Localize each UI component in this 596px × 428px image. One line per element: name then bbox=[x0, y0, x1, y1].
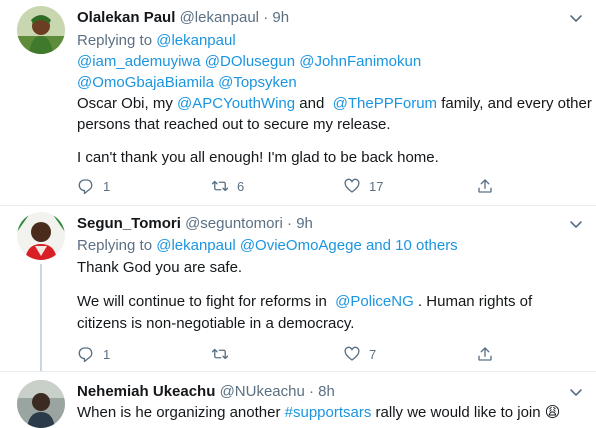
reply-button[interactable]: 1 bbox=[77, 344, 110, 364]
chevron-down-icon[interactable] bbox=[566, 382, 586, 402]
mention-links[interactable]: @lekanpaul @OvieOmoAgege and 10 others bbox=[156, 237, 457, 254]
tweet-text-fragment: rally we would like to join bbox=[371, 404, 545, 421]
timestamp[interactable]: 9h bbox=[272, 9, 289, 26]
tweet-text: Thank God you are safe. bbox=[77, 259, 243, 276]
tweet-nehemiah-ukeachu[interactable]: Nehemiah Ukeachu @NUkeachu · 8h When is … bbox=[0, 372, 596, 428]
timestamp[interactable]: 9h bbox=[296, 215, 313, 232]
mention-link[interactable]: @ThePPForum bbox=[333, 95, 437, 112]
tweet-text-fragment: and bbox=[295, 95, 333, 112]
reply-count: 1 bbox=[103, 346, 111, 362]
replying-label: Replying to bbox=[77, 32, 153, 49]
like-button[interactable]: 7 bbox=[343, 344, 376, 364]
tweet-actions: 1 7 bbox=[0, 344, 596, 364]
tweet-text: When is he organizing another #supportsa… bbox=[77, 403, 560, 423]
hashtag-link[interactable]: #supportsars bbox=[285, 404, 372, 421]
tweet-text-fragment: Oscar Obi, my bbox=[77, 95, 178, 112]
mention-link[interactable]: @PoliceNG bbox=[335, 293, 414, 310]
retweet-icon bbox=[211, 348, 229, 360]
replying-label: Replying to bbox=[77, 237, 153, 254]
separator: · bbox=[287, 215, 293, 232]
share-icon bbox=[478, 179, 492, 193]
reply-count: 1 bbox=[103, 178, 111, 194]
author-name[interactable]: Olalekan Paul bbox=[77, 9, 175, 26]
tweet-text: I can't thank you all enough! I'm glad t… bbox=[77, 149, 439, 166]
tweet-header: Olalekan Paul @lekanpaul · 9h bbox=[77, 8, 289, 28]
tweet-text-fragment: When is he organizing another bbox=[77, 404, 285, 421]
mention-link[interactable]: @APCYouthWing bbox=[177, 95, 295, 112]
reply-button[interactable]: 1 bbox=[77, 176, 110, 196]
author-handle[interactable]: @NUkeachu bbox=[220, 383, 305, 400]
share-button[interactable] bbox=[476, 344, 494, 364]
avatar[interactable] bbox=[17, 212, 65, 260]
share-button[interactable] bbox=[476, 176, 494, 196]
author-name[interactable]: Nehemiah Ukeachu bbox=[77, 383, 215, 400]
separator: · bbox=[309, 383, 314, 400]
avatar[interactable] bbox=[17, 6, 65, 54]
separator: · bbox=[263, 9, 269, 26]
tweet-header: Segun_Tomori @seguntomori · 9h bbox=[77, 214, 313, 234]
tweet-text: Oscar Obi, my @APCYouthWing and @ThePPFo… bbox=[77, 94, 592, 114]
retweet-button[interactable] bbox=[211, 344, 237, 364]
tweet-text-fragment: family, and every other bbox=[437, 95, 592, 112]
tweet-text: We will continue to fight for reforms in… bbox=[77, 292, 532, 312]
tweet-text-fragment: . Human rights of bbox=[413, 293, 533, 310]
tweet-actions: 1 6 17 bbox=[0, 176, 596, 196]
retweet-count: 6 bbox=[237, 178, 245, 194]
tweet-segun-tomori[interactable]: Segun_Tomori @seguntomori · 9h Replying … bbox=[0, 206, 596, 371]
tweet-text-fragment: We will continue to fight for reforms in bbox=[77, 293, 336, 310]
avatar[interactable] bbox=[17, 380, 65, 428]
mention-links[interactable]: @OmoGbajaBiamila @Topsyken bbox=[77, 73, 297, 93]
timestamp[interactable]: 8h bbox=[318, 383, 335, 400]
chevron-down-icon[interactable] bbox=[566, 8, 586, 28]
mention-links[interactable]: @iam_ademuyiwa @DOlusegun @JohnFanimokun bbox=[77, 52, 421, 72]
replying-to: Replying to @lekanpaul bbox=[77, 31, 236, 51]
like-button[interactable]: 17 bbox=[343, 176, 383, 196]
tweet-olalekan-paul[interactable]: Olalekan Paul @lekanpaul · 9h Replying t… bbox=[0, 0, 596, 205]
tweet-header: Nehemiah Ukeachu @NUkeachu · 8h bbox=[77, 382, 335, 402]
author-name[interactable]: Segun_Tomori bbox=[77, 215, 181, 232]
retweet-button[interactable]: 6 bbox=[211, 176, 244, 196]
weary-face-emoji: 😩 bbox=[544, 404, 561, 421]
mention-link[interactable]: @lekanpaul bbox=[156, 32, 235, 49]
share-icon bbox=[478, 347, 492, 361]
reply-icon bbox=[78, 347, 93, 363]
like-count: 7 bbox=[369, 346, 377, 362]
tweet-text: citizens is non-negotiable in a democrac… bbox=[77, 315, 355, 332]
retweet-icon bbox=[211, 180, 229, 192]
like-count: 17 bbox=[369, 178, 384, 194]
like-icon bbox=[344, 178, 360, 193]
reply-icon bbox=[78, 179, 93, 195]
like-icon bbox=[344, 346, 360, 361]
replying-to: Replying to @lekanpaul @OvieOmoAgege and… bbox=[77, 236, 458, 256]
author-handle[interactable]: @seguntomori bbox=[185, 215, 283, 232]
chevron-down-icon[interactable] bbox=[566, 214, 586, 234]
tweet-text: persons that reached out to secure my re… bbox=[77, 116, 391, 133]
author-handle[interactable]: @lekanpaul bbox=[180, 9, 259, 26]
